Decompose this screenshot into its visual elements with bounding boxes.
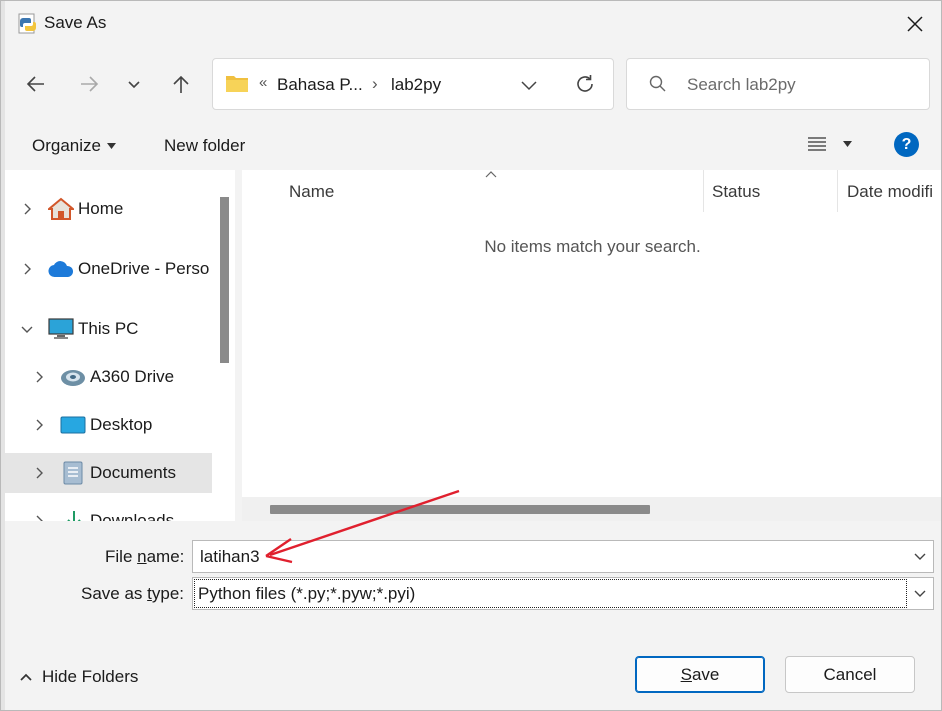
scrollbar-thumb[interactable] (270, 505, 650, 514)
nav-item-label: Home (78, 199, 124, 218)
save-button[interactable]: Save (635, 656, 765, 693)
file-list-horizontal-scrollbar[interactable] (242, 497, 941, 521)
sort-ascending-icon (485, 171, 497, 178)
close-button[interactable] (901, 10, 929, 38)
view-options-button[interactable] (807, 135, 852, 153)
save-as-type-select[interactable]: Python files (*.py;*.pyw;*.pyi) (192, 577, 934, 610)
python-app-icon (17, 13, 39, 35)
organize-button[interactable]: Organize (32, 136, 116, 156)
nav-item-label: Downloads (90, 511, 175, 521)
monitor-icon (48, 318, 74, 339)
organize-label: Organize (32, 136, 101, 155)
nav-item-label: Desktop (90, 415, 153, 434)
save-as-type-label: Save as type: (81, 584, 185, 603)
caret-down-icon (843, 141, 852, 147)
arrow-up-icon (173, 75, 189, 93)
save-as-dialog: Save As « Bahasa P... › lab2py Search la… (0, 0, 942, 711)
folder-icon (225, 73, 249, 98)
empty-message: No items match your search. (484, 237, 701, 256)
column-header-date-modified[interactable]: Date modifi (847, 170, 933, 214)
chevron-right-icon[interactable] (33, 371, 45, 383)
file-name-combobox[interactable]: latihan3 (192, 540, 934, 573)
refresh-icon (577, 75, 593, 92)
a360-drive-icon (61, 370, 85, 386)
chevron-down-icon[interactable] (21, 323, 33, 335)
recent-locations-button[interactable] (116, 66, 152, 102)
chevron-right-icon[interactable] (33, 467, 45, 479)
help-button[interactable]: ? (894, 132, 919, 157)
caret-down-icon (106, 143, 116, 149)
nav-item-onedrive[interactable]: OneDrive - Perso (5, 249, 212, 289)
up-button[interactable] (163, 66, 199, 102)
nav-item-this-pc[interactable]: This PC (5, 309, 212, 349)
column-header-name[interactable]: Name (289, 170, 334, 214)
search-icon (649, 75, 667, 98)
search-box[interactable]: Search lab2py (626, 58, 930, 110)
home-icon (48, 197, 74, 220)
nav-item-home[interactable]: Home (5, 189, 212, 229)
breadcrumb-separator: › (372, 74, 378, 93)
cancel-button[interactable]: Cancel (785, 656, 915, 693)
chevron-down-icon (128, 81, 140, 89)
chevron-down-icon[interactable] (913, 551, 927, 563)
command-bar: Organize New folder (5, 121, 941, 169)
downloads-icon (67, 511, 81, 521)
save-as-type-value: Python files (*.py;*.pyw;*.pyi) (194, 579, 907, 608)
breadcrumb-item-current[interactable]: lab2py (391, 75, 441, 95)
address-bar[interactable]: « Bahasa P... › lab2py (212, 58, 614, 110)
chevron-up-icon (20, 673, 32, 681)
column-header-status[interactable]: Status (712, 170, 760, 214)
nav-item-downloads[interactable]: Downloads (5, 501, 212, 521)
window-title: Save As (44, 13, 107, 32)
nav-item-a360-drive[interactable]: A360 Drive (5, 357, 212, 397)
nav-item-documents[interactable]: Documents (5, 453, 212, 493)
hide-folders-button[interactable]: Hide Folders (19, 667, 138, 687)
nav-item-desktop[interactable]: Desktop (5, 405, 212, 445)
arrow-left-icon (26, 76, 44, 92)
chevron-right-icon[interactable] (33, 419, 45, 431)
chevron-right-icon[interactable] (33, 515, 45, 521)
new-folder-button[interactable]: New folder (164, 136, 245, 156)
nav-item-label: This PC (78, 319, 139, 338)
file-name-label: File name: (105, 547, 185, 566)
forward-button[interactable] (71, 66, 107, 102)
nav-item-label: A360 Drive (90, 367, 175, 386)
hide-folders-label: Hide Folders (42, 667, 139, 686)
refresh-button[interactable] (574, 73, 596, 100)
breadcrumb-item-parent[interactable]: Bahasa P... (277, 75, 363, 95)
chevron-down-icon[interactable] (913, 588, 927, 600)
title-bar: Save As (5, 1, 941, 47)
chevron-right-icon[interactable] (21, 263, 33, 275)
file-name-input[interactable]: latihan3 (200, 547, 260, 567)
nav-item-label: Documents (90, 463, 176, 482)
close-icon (907, 16, 923, 32)
chevron-right-icon[interactable] (21, 203, 33, 215)
navigation-pane: Home OneDrive - Perso This PC A360 Drive… (5, 170, 235, 521)
column-divider[interactable] (837, 170, 838, 212)
search-placeholder: Search lab2py (687, 75, 796, 94)
file-list: Name Status Date modifi No items match y… (242, 170, 941, 521)
onedrive-cloud-icon (48, 261, 74, 278)
desktop-icon (60, 416, 86, 434)
navigation-pane-scrollbar[interactable] (220, 197, 229, 363)
arrow-right-icon (81, 76, 99, 92)
chevron-down-icon (521, 81, 537, 91)
address-history-dropdown[interactable] (519, 75, 539, 100)
list-view-icon (808, 137, 826, 151)
documents-icon (63, 461, 83, 485)
breadcrumb-overflow[interactable]: « (259, 74, 267, 91)
nav-item-label: OneDrive - Perso (78, 259, 210, 278)
column-divider[interactable] (703, 170, 704, 212)
back-button[interactable] (18, 66, 54, 102)
